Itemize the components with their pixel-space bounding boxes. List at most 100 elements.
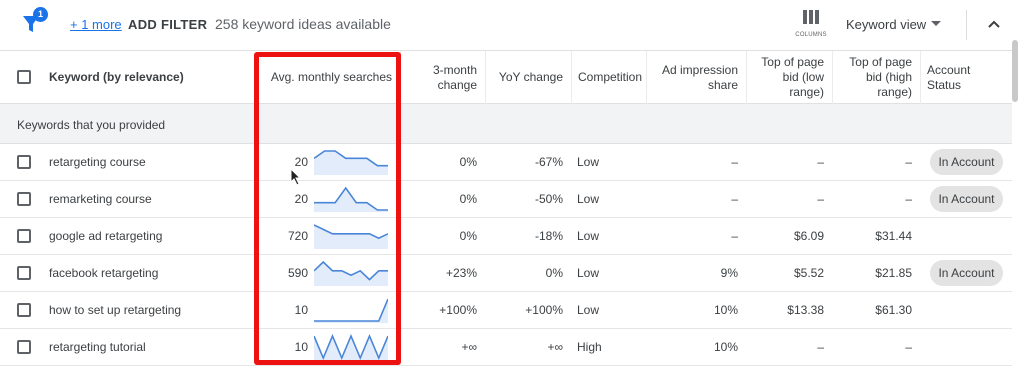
bid-low-cell: –: [817, 192, 824, 206]
bid-low-cell: $6.09: [793, 229, 824, 243]
row-checkbox[interactable]: [17, 155, 31, 169]
toolbar: 1 + 1 more ADD FILTER 258 keyword ideas …: [0, 0, 1024, 50]
cursor-arrow-icon: [290, 168, 302, 186]
yoy-change-cell: -18%: [534, 229, 563, 243]
keyword-cell: remarketing course: [49, 192, 152, 206]
yoy-change-cell: -67%: [534, 155, 563, 169]
table-header: Keyword (by relevance) Avg. monthly sear…: [0, 50, 1012, 104]
header-three-month-change[interactable]: 3-month change: [400, 51, 485, 104]
monthly-searches-cell: 20: [294, 192, 308, 206]
yoy-change-cell: +∞: [547, 340, 563, 354]
header-top-bid-high[interactable]: Top of page bid (high range): [832, 51, 920, 104]
monthly-searches-cell: 720: [287, 229, 308, 243]
in-account-badge: In Account: [930, 260, 1003, 286]
table-row[interactable]: retargeting tutorial 10 +∞ +∞ High 10% – –: [0, 329, 1012, 366]
three-month-change-cell: +100%: [439, 303, 477, 317]
row-checkbox[interactable]: [17, 340, 31, 354]
keyword-cell: how to set up retargeting: [49, 303, 182, 317]
competition-cell: Low: [577, 266, 600, 280]
ad-impression-cell: 10%: [713, 303, 738, 317]
row-checkbox[interactable]: [17, 192, 31, 206]
competition-cell: Low: [577, 192, 600, 206]
header-yoy-change[interactable]: YoY change: [485, 51, 571, 104]
competition-cell: Low: [577, 229, 600, 243]
keyword-cell: facebook retargeting: [49, 266, 159, 280]
trend-sparkline: [314, 260, 388, 286]
trend-sparkline: [314, 334, 388, 360]
keyword-cell: retargeting course: [49, 155, 146, 169]
competition-cell: Low: [577, 155, 600, 169]
columns-icon: [803, 10, 819, 24]
yoy-change-cell: 0%: [545, 266, 563, 280]
three-month-change-cell: 0%: [459, 192, 477, 206]
sparkline-line: [314, 298, 388, 322]
bid-low-cell: $5.52: [793, 266, 824, 280]
table-row[interactable]: remarketing course 20 0% -50% Low – – – In Accou…: [0, 181, 1012, 218]
header-competition[interactable]: Competition: [571, 51, 646, 104]
yoy-change-cell: -50%: [534, 192, 563, 206]
section-row: Keywords that you provided: [0, 104, 1012, 144]
monthly-searches-cell: 10: [294, 303, 308, 317]
bid-low-cell: $13.38: [787, 303, 824, 317]
caret-down-icon[interactable]: [931, 21, 941, 26]
three-month-change-cell: 0%: [459, 155, 477, 169]
three-month-change-cell: 0%: [459, 229, 477, 243]
yoy-change-cell: +100%: [525, 303, 563, 317]
trend-sparkline: [314, 150, 388, 175]
header-account-status[interactable]: Account Status: [920, 51, 1012, 104]
three-month-change-cell: +23%: [445, 266, 477, 280]
section-label: Keywords that you provided: [17, 118, 166, 132]
sparkline-area: [314, 299, 388, 323]
bid-high-cell: $31.44: [875, 229, 912, 243]
competition-cell: Low: [577, 303, 600, 317]
in-account-badge: In Account: [930, 186, 1003, 212]
row-checkbox[interactable]: [17, 229, 31, 243]
three-month-change-cell: +∞: [461, 340, 477, 354]
monthly-searches-cell: 10: [294, 340, 308, 354]
ad-impression-cell: –: [731, 229, 738, 243]
table-row[interactable]: retargeting course 20 0% -67% Low – – – In Accou…: [0, 144, 1012, 181]
table-row[interactable]: google ad retargeting 720 0% -18% Low – $6.09 $…: [0, 218, 1012, 255]
competition-cell: High: [577, 340, 602, 354]
toolbar-divider: [966, 10, 967, 40]
more-filters-link[interactable]: + 1 more: [70, 17, 122, 32]
table-row[interactable]: facebook retargeting 590 +23% 0% Low 9% $5.52 $…: [0, 255, 1012, 292]
scrollbar[interactable]: [1012, 40, 1018, 102]
row-checkbox[interactable]: [17, 266, 31, 280]
columns-button[interactable]: COLUMNS: [792, 10, 830, 42]
header-top-bid-low[interactable]: Top of page bid (low range): [746, 51, 832, 104]
add-filter-button[interactable]: ADD FILTER: [128, 17, 207, 32]
keyword-cell: retargeting tutorial: [49, 340, 146, 354]
row-checkbox[interactable]: [17, 303, 31, 317]
bid-high-cell: $21.85: [875, 266, 912, 280]
ad-impression-cell: –: [731, 155, 738, 169]
columns-label: COLUMNS: [795, 32, 827, 38]
filter-count-badge: 1: [33, 7, 48, 22]
ad-impression-cell: 9%: [720, 266, 738, 280]
bid-low-cell: –: [817, 340, 824, 354]
trend-sparkline: [314, 298, 388, 323]
select-all-checkbox[interactable]: [17, 70, 31, 84]
header-keyword[interactable]: Keyword (by relevance): [49, 51, 249, 104]
sparkline-area: [314, 336, 388, 360]
header-ad-impression-share[interactable]: Ad impression share: [646, 51, 746, 104]
keyword-ideas-count: 258 keyword ideas available: [215, 16, 391, 32]
ad-impression-cell: –: [731, 192, 738, 206]
trend-sparkline: [314, 224, 388, 249]
monthly-searches-cell: 590: [287, 266, 308, 280]
sparkline-area: [314, 151, 388, 175]
in-account-badge: In Account: [930, 149, 1003, 175]
sparkline-area: [314, 262, 388, 286]
table-row[interactable]: how to set up retargeting 10 +100% +100% Low…: [0, 292, 1012, 329]
bid-high-cell: $61.30: [875, 303, 912, 317]
chevron-up-icon[interactable]: [986, 16, 1002, 32]
bid-high-cell: –: [905, 155, 912, 169]
ad-impression-cell: 10%: [713, 340, 738, 354]
sparkline-area: [314, 188, 388, 212]
bid-high-cell: –: [905, 192, 912, 206]
trend-sparkline: [314, 186, 388, 212]
bid-high-cell: –: [905, 340, 912, 354]
header-avg-monthly-searches[interactable]: Avg. monthly searches: [255, 51, 400, 104]
keyword-view-dropdown[interactable]: Keyword view: [846, 17, 926, 32]
keyword-cell: google ad retargeting: [49, 229, 163, 243]
